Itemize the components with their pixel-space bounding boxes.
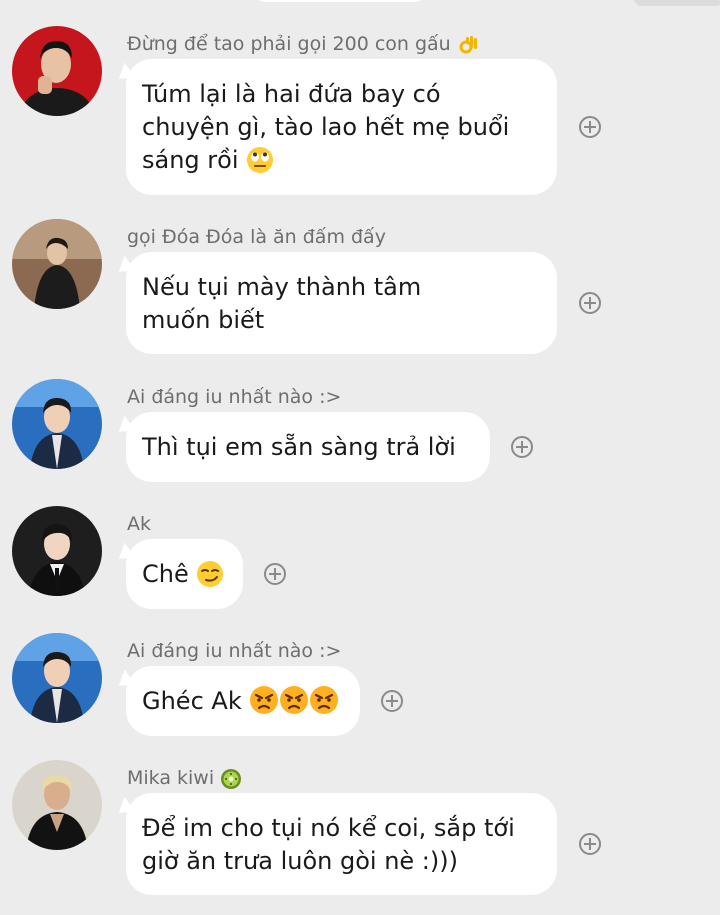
- avatar[interactable]: [12, 506, 102, 596]
- message-bubble[interactable]: Túm lại là hai đứa bay có chuyện gì, tào…: [126, 59, 557, 195]
- avatar[interactable]: [12, 379, 102, 469]
- add-reaction-icon[interactable]: [511, 436, 533, 458]
- smirk-icon: [197, 561, 224, 587]
- add-reaction-icon[interactable]: [264, 563, 286, 585]
- ok-hand-icon: [459, 36, 477, 54]
- sender-name: Ai đáng iu nhất nào :>: [127, 640, 342, 662]
- message-bubble[interactable]: Để im cho tụi nó kể coi, sắp tới giờ ăn …: [126, 793, 557, 895]
- avatar[interactable]: [12, 26, 102, 116]
- avatar[interactable]: [12, 633, 102, 723]
- previous-message-edge: [634, 0, 720, 6]
- add-reaction-icon[interactable]: [579, 833, 601, 855]
- eye-roll-icon: [247, 147, 274, 173]
- avatar[interactable]: [12, 219, 102, 309]
- message-bubble[interactable]: Chê: [126, 539, 243, 609]
- sender-name: Mika kiwi: [127, 766, 242, 790]
- message-bubble[interactable]: Ghéc Ak: [126, 666, 360, 736]
- sender-name: Đừng để tao phải gọi 200 con gấu: [127, 32, 479, 56]
- sender-name: Ai đáng iu nhất nào :>: [127, 386, 342, 408]
- angry-face-icon-group: [249, 686, 339, 715]
- add-reaction-icon[interactable]: [579, 116, 601, 138]
- angry-face-icon: [310, 686, 339, 714]
- sender-name: Ak: [127, 513, 152, 535]
- sender-name: gọi Đóa Đóa là ăn đấm đấy: [127, 226, 386, 248]
- kiwi-icon: [221, 769, 242, 789]
- message-bubble[interactable]: Nếu tụi mày thành tâm muốn biết: [126, 252, 557, 354]
- previous-message-bubble: [250, 0, 430, 2]
- message-bubble[interactable]: Thì tụi em sẵn sàng trả lời: [126, 412, 490, 482]
- angry-face-icon: [280, 686, 309, 714]
- add-reaction-icon[interactable]: [381, 690, 403, 712]
- angry-face-icon: [250, 686, 279, 714]
- add-reaction-icon[interactable]: [579, 292, 601, 314]
- avatar[interactable]: [12, 760, 102, 850]
